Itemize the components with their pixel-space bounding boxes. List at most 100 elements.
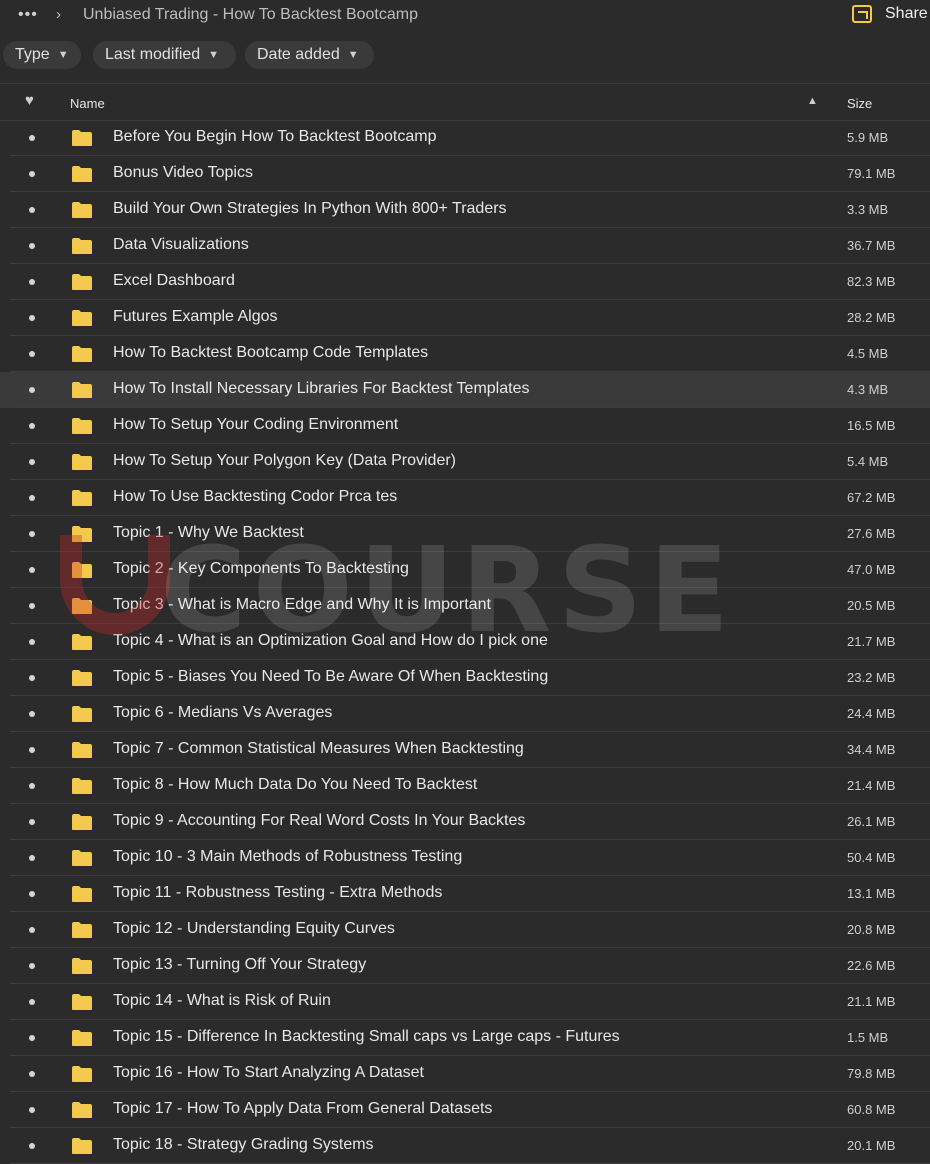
bullet-icon — [29, 243, 35, 249]
table-row[interactable]: Before You Begin How To Backtest Bootcam… — [0, 120, 930, 156]
file-name[interactable]: Topic 12 - Understanding Equity Curves — [113, 920, 395, 938]
file-name[interactable]: Topic 6 - Medians Vs Averages — [113, 704, 332, 722]
file-name[interactable]: Topic 5 - Biases You Need To Be Aware Of… — [113, 668, 548, 686]
bullet-icon — [29, 1071, 35, 1077]
file-name[interactable]: Futures Example Algos — [113, 308, 278, 326]
more-options-icon[interactable]: ••• — [18, 6, 38, 24]
table-row[interactable]: How To Use Backtesting Codor Prca tes 67.… — [0, 480, 930, 516]
file-size: 20.5 MB — [847, 598, 896, 613]
file-name[interactable]: Bonus Video Topics — [113, 164, 253, 182]
folder-icon — [72, 310, 92, 326]
file-size: 82.3 MB — [847, 274, 896, 289]
chevron-down-icon: ▼ — [347, 49, 359, 61]
bullet-icon — [29, 207, 35, 213]
file-name[interactable]: Topic 8 - How Much Data Do You Need To B… — [113, 776, 477, 794]
file-name[interactable]: How To Setup Your Coding Environment — [113, 416, 398, 434]
file-name[interactable]: Topic 9 - Accounting For Real Word Costs… — [113, 812, 525, 830]
file-size: 34.4 MB — [847, 742, 896, 757]
table-row[interactable]: How To Setup Your Coding Environment 16.5… — [0, 408, 930, 444]
folder-icon — [72, 562, 92, 578]
file-name[interactable]: How To Install Necessary Libraries For B… — [113, 380, 529, 398]
file-name[interactable]: Topic 14 - What is Risk of Ruin — [113, 992, 331, 1010]
file-name[interactable]: Topic 7 - Common Statistical Measures Wh… — [113, 740, 524, 758]
column-header-name[interactable]: Name — [70, 96, 105, 111]
table-row[interactable]: Topic 2 - Key Components To Backtesting 4… — [0, 552, 930, 588]
table-row[interactable]: Topic 14 - What is Risk of Ruin 21.1 MB — [0, 984, 930, 1020]
heart-icon[interactable]: ♥ — [25, 92, 34, 109]
folder-icon — [72, 670, 92, 686]
table-row[interactable]: Topic 15 - Difference In Backtesting Sma… — [0, 1020, 930, 1056]
table-row[interactable]: Topic 7 - Common Statistical Measures Wh… — [0, 732, 930, 768]
table-row[interactable]: Topic 3 - What is Macro Edge and Why It … — [0, 588, 930, 624]
table-row[interactable]: Topic 11 - Robustness Testing - Extra Me… — [0, 876, 930, 912]
breadcrumb-chevron-icon: › — [56, 6, 61, 23]
table-row[interactable]: Futures Example Algos 28.2 MB — [0, 300, 930, 336]
file-name[interactable]: Topic 1 - Why We Backtest — [113, 524, 304, 542]
table-row[interactable]: How To Setup Your Polygon Key (Data Prov… — [0, 444, 930, 480]
table-row[interactable]: Topic 17 - How To Apply Data From Genera… — [0, 1092, 930, 1128]
bullet-icon — [29, 711, 35, 717]
table-row[interactable]: Build Your Own Strategies In Python With… — [0, 192, 930, 228]
file-name[interactable]: Topic 17 - How To Apply Data From Genera… — [113, 1100, 492, 1118]
date-added-filter-button[interactable]: Date added ▼ — [245, 41, 374, 69]
table-row[interactable]: Data Visualizations 36.7 MB — [0, 228, 930, 264]
file-size: 36.7 MB — [847, 238, 896, 253]
share-button[interactable]: Share — [852, 5, 928, 23]
file-size: 4.5 MB — [847, 346, 889, 361]
table-row[interactable]: Excel Dashboard 82.3 MB — [0, 264, 930, 300]
table-row[interactable]: Topic 13 - Turning Off Your Strategy 22.6… — [0, 948, 930, 984]
table-row[interactable]: Topic 16 - How To Start Analyzing A Data… — [0, 1056, 930, 1092]
file-name[interactable]: Topic 2 - Key Components To Backtesting — [113, 560, 409, 578]
share-label: Share — [885, 5, 928, 22]
table-row[interactable]: Bonus Video Topics 79.1 MB — [0, 156, 930, 192]
table-row[interactable]: Topic 5 - Biases You Need To Be Aware Of… — [0, 660, 930, 696]
sort-ascending-icon[interactable]: ▲ — [807, 95, 818, 107]
breadcrumb[interactable]: Unbiased Trading - How To Backtest Bootc… — [83, 6, 418, 24]
file-size: 60.8 MB — [847, 1102, 896, 1117]
bullet-icon — [29, 387, 35, 393]
column-header-size[interactable]: Size — [847, 96, 872, 111]
file-name[interactable]: Before You Begin How To Backtest Bootcam… — [113, 128, 436, 146]
table-row[interactable]: Topic 12 - Understanding Equity Curves 20… — [0, 912, 930, 948]
file-name[interactable]: Data Visualizations — [113, 236, 249, 254]
folder-icon — [72, 526, 92, 542]
bullet-icon — [29, 315, 35, 321]
file-name[interactable]: Topic 18 - Strategy Grading Systems — [113, 1136, 374, 1154]
file-name[interactable]: Topic 13 - Turning Off Your Strategy — [113, 956, 366, 974]
table-row[interactable]: Topic 18 - Strategy Grading Systems 20.1 … — [0, 1128, 930, 1164]
file-name[interactable]: Topic 3 - What is Macro Edge and Why It … — [113, 596, 491, 614]
file-name[interactable]: Topic 16 - How To Start Analyzing A Data… — [113, 1064, 424, 1082]
table-row[interactable]: How To Install Necessary Libraries For B… — [0, 372, 930, 408]
type-filter-button[interactable]: Type ▼ — [3, 41, 81, 69]
folder-icon — [72, 634, 92, 650]
bullet-icon — [29, 495, 35, 501]
file-size: 79.1 MB — [847, 166, 896, 181]
table-row[interactable]: Topic 1 - Why We Backtest 27.6 MB — [0, 516, 930, 552]
table-row[interactable]: Topic 9 - Accounting For Real Word Costs… — [0, 804, 930, 840]
file-name[interactable]: How To Backtest Bootcamp Code Templates — [113, 344, 428, 362]
table-row[interactable]: Topic 4 - What is an Optimization Goal a… — [0, 624, 930, 660]
file-name[interactable]: Topic 15 - Difference In Backtesting Sma… — [113, 1028, 620, 1046]
table-row[interactable]: Topic 6 - Medians Vs Averages 24.4 MB — [0, 696, 930, 732]
file-size: 5.9 MB — [847, 130, 889, 145]
file-name[interactable]: Topic 4 - What is an Optimization Goal a… — [113, 632, 548, 650]
file-name[interactable]: How To Setup Your Polygon Key (Data Prov… — [113, 452, 456, 470]
table-row[interactable]: Topic 10 - 3 Main Methods of Robustness … — [0, 840, 930, 876]
bullet-icon — [29, 747, 35, 753]
file-name[interactable]: Topic 11 - Robustness Testing - Extra Me… — [113, 884, 442, 902]
folder-icon — [72, 778, 92, 794]
bullet-icon — [29, 1107, 35, 1113]
bullet-icon — [29, 927, 35, 933]
file-name[interactable]: Build Your Own Strategies In Python With… — [113, 200, 507, 218]
file-name[interactable]: Topic 10 - 3 Main Methods of Robustness … — [113, 848, 462, 866]
folder-icon — [72, 1138, 92, 1154]
bullet-icon — [29, 603, 35, 609]
last-modified-filter-button[interactable]: Last modified ▼ — [93, 41, 236, 69]
top-bar: ••• › Unbiased Trading - How To Backtest… — [0, 0, 930, 32]
file-name[interactable]: How To Use Backtesting Codor Prca tes — [113, 488, 397, 506]
table-row[interactable]: How To Backtest Bootcamp Code Templates 4… — [0, 336, 930, 372]
table-row[interactable]: Topic 8 - How Much Data Do You Need To B… — [0, 768, 930, 804]
file-name[interactable]: Excel Dashboard — [113, 272, 235, 290]
folder-icon — [72, 814, 92, 830]
file-size: 16.5 MB — [847, 418, 896, 433]
